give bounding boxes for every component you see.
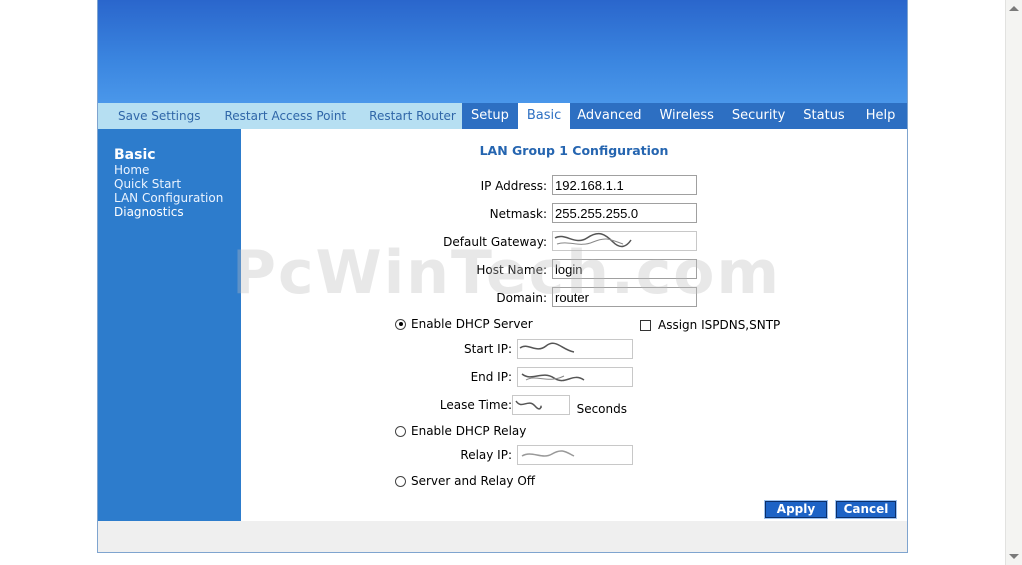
tab-status[interactable]: Status	[794, 103, 853, 129]
ip-address-label: IP Address:	[480, 179, 547, 193]
start-ip-input[interactable]	[517, 339, 633, 359]
sidebar-title: Basic	[114, 147, 156, 163]
start-ip-label: Start IP:	[464, 342, 512, 356]
cancel-button[interactable]: Cancel	[835, 500, 897, 519]
tab-wireless[interactable]: Wireless	[650, 103, 722, 129]
sidebar-item-lan-configuration[interactable]: LAN Configuration	[114, 191, 241, 205]
browser-scrollbar[interactable]	[1005, 0, 1022, 565]
server-relay-off-option[interactable]: Server and Relay Off	[395, 474, 535, 488]
netmask-label: Netmask:	[489, 207, 547, 221]
page-title: LAN Group 1 Configuration	[479, 143, 669, 158]
server-relay-off-radio[interactable]	[395, 475, 406, 487]
dhcp-server-option[interactable]: Enable DHCP Server	[395, 317, 533, 331]
redacted-scribble-icon	[521, 373, 585, 382]
tab-help[interactable]: Help	[854, 103, 905, 129]
default-gateway-input[interactable]	[552, 231, 697, 251]
tab-basic[interactable]: Basic	[517, 103, 571, 129]
tab-advanced[interactable]: Advanced	[570, 103, 650, 129]
relay-ip-label: Relay IP:	[460, 448, 512, 462]
assign-ispdns-checkbox[interactable]	[640, 319, 651, 331]
menu-bar: Save Settings Restart Access Point Resta…	[98, 103, 907, 129]
sidebar-item-diagnostics[interactable]: Diagnostics	[114, 205, 241, 219]
domain-input[interactable]	[552, 287, 697, 307]
host-name-label: Host Name:	[476, 263, 547, 277]
main-content: LAN Group 1 Configuration IP Address: Ne…	[241, 129, 907, 521]
tab-setup[interactable]: Setup	[462, 103, 518, 129]
dhcp-relay-radio[interactable]	[395, 425, 406, 437]
redacted-scribble-icon	[519, 342, 575, 353]
redacted-scribble-icon	[521, 450, 575, 457]
sidebar-item-quick-start[interactable]: Quick Start	[114, 177, 241, 191]
router-page: Save Settings Restart Access Point Resta…	[97, 0, 908, 553]
end-ip-label: End IP:	[470, 370, 512, 384]
assign-ispdns-label: Assign ISPDNS,SNTP	[658, 318, 781, 332]
restart-router-link[interactable]: Restart Router	[369, 109, 456, 123]
server-relay-off-label: Server and Relay Off	[411, 474, 536, 488]
footer-bar	[98, 521, 907, 552]
host-name-input[interactable]	[552, 259, 697, 279]
dhcp-relay-label: Enable DHCP Relay	[411, 424, 527, 438]
tab-security[interactable]: Security	[723, 103, 794, 129]
action-toolbar: Save Settings Restart Access Point Resta…	[98, 103, 462, 129]
ip-address-input[interactable]	[552, 175, 697, 195]
main-tabs: Setup Basic Advanced Wireless Security S…	[462, 103, 907, 129]
restart-access-point-link[interactable]: Restart Access Point	[225, 109, 347, 123]
save-settings-link[interactable]: Save Settings	[118, 109, 201, 123]
sidebar-item-home[interactable]: Home	[114, 163, 241, 177]
dhcp-server-label: Enable DHCP Server	[411, 317, 533, 331]
dhcp-server-radio[interactable]	[395, 318, 406, 330]
apply-button[interactable]: Apply	[764, 500, 828, 519]
default-gateway-label: Default Gateway:	[443, 235, 547, 249]
dhcp-relay-option[interactable]: Enable DHCP Relay	[395, 424, 526, 438]
netmask-input[interactable]	[552, 203, 697, 223]
scroll-down-icon[interactable]	[1009, 554, 1019, 559]
domain-label: Domain:	[496, 291, 547, 305]
assign-ispdns-option[interactable]: Assign ISPDNS,SNTP	[640, 318, 780, 332]
header-banner	[98, 0, 907, 103]
end-ip-input[interactable]	[517, 367, 633, 387]
seconds-label: Seconds	[576, 402, 627, 416]
relay-ip-input[interactable]	[517, 445, 633, 465]
sidebar: Basic Home Quick Start LAN Configuration…	[98, 129, 241, 521]
redacted-scribble-icon	[554, 232, 632, 248]
scroll-up-icon[interactable]	[1009, 6, 1019, 11]
